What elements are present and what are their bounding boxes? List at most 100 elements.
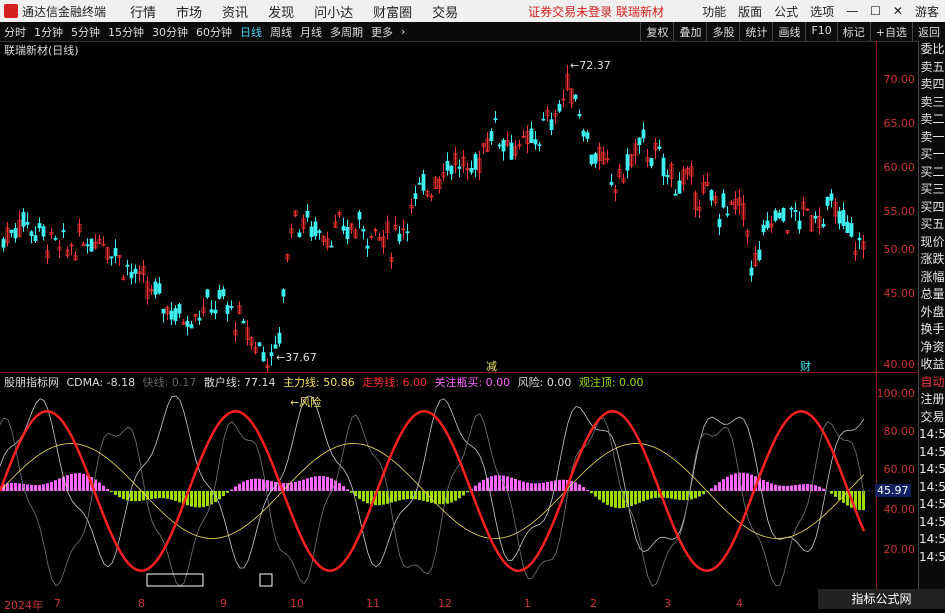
- histogram-bar: [510, 478, 513, 491]
- sidebar-item[interactable]: 14:56: [919, 479, 945, 497]
- menu-xuanxiang[interactable]: 选项: [810, 3, 834, 20]
- sidebar-item[interactable]: 卖一: [919, 129, 945, 147]
- period-monthly[interactable]: 月线: [300, 24, 322, 40]
- date-tick: 8: [138, 597, 145, 610]
- histogram-bar: [402, 491, 405, 500]
- sidebar-item[interactable]: 外盘: [919, 304, 945, 322]
- tool-zixuan[interactable]: +自选: [870, 22, 912, 41]
- period-weekly[interactable]: 周线: [270, 24, 292, 40]
- sidebar-item[interactable]: 卖二: [919, 111, 945, 129]
- candle-body: [450, 166, 453, 174]
- candlestick-chart[interactable]: ←72.37←37.67减财: [0, 41, 876, 372]
- sidebar-item[interactable]: 14:55: [919, 444, 945, 462]
- sidebar-item[interactable]: 自动: [919, 374, 945, 392]
- sidebar-item[interactable]: 14:56: [919, 531, 945, 549]
- sidebar-item[interactable]: 卖五: [919, 59, 945, 77]
- price-tick: 55.00: [884, 205, 916, 218]
- tool-diejia[interactable]: 叠加: [673, 22, 706, 41]
- period-more[interactable]: 更多: [371, 24, 393, 40]
- sidebar-item[interactable]: 买三: [919, 181, 945, 199]
- period-5min[interactable]: 5分钟: [71, 24, 100, 40]
- histogram-bar: [590, 491, 593, 493]
- sidebar-item[interactable]: 14:55: [919, 426, 945, 444]
- candle-body: [314, 222, 317, 236]
- histogram-bar: [318, 476, 321, 491]
- histogram-bar: [722, 479, 725, 491]
- sidebar-item[interactable]: 买五: [919, 216, 945, 234]
- sidebar-item[interactable]: 现价: [919, 234, 945, 252]
- sidebar-item[interactable]: 总量: [919, 286, 945, 304]
- candle-body: [822, 224, 825, 226]
- sidebar-item[interactable]: 涨跌: [919, 251, 945, 269]
- histogram-bar: [690, 491, 693, 499]
- sidebar-item[interactable]: 卖三: [919, 94, 945, 112]
- histogram-bar: [242, 482, 245, 491]
- menu-caifuquan[interactable]: 财富圈: [373, 2, 412, 21]
- sidebar-item[interactable]: 14:56: [919, 496, 945, 514]
- price-tick: 45.00: [884, 287, 916, 300]
- sidebar-item[interactable]: 换手: [919, 321, 945, 339]
- period-30min[interactable]: 30分钟: [152, 24, 188, 40]
- menu-hangqing[interactable]: 行情: [130, 2, 156, 21]
- tool-tongji[interactable]: 统计: [739, 22, 772, 41]
- menu-gongshi[interactable]: 公式: [774, 3, 798, 20]
- maximize-icon[interactable]: ☐: [870, 4, 881, 18]
- histogram-bar: [226, 491, 229, 493]
- chevron-right-icon[interactable]: ›: [401, 25, 405, 38]
- candle-body: [270, 353, 273, 356]
- candle-body: [458, 167, 461, 169]
- sidebar-item[interactable]: 买一: [919, 146, 945, 164]
- period-1min[interactable]: 1分钟: [34, 24, 63, 40]
- histogram-bar: [194, 491, 197, 507]
- period-daily[interactable]: 日线: [240, 24, 262, 40]
- menu-wenxiaoda[interactable]: 问小达: [314, 2, 353, 21]
- candle-body: [210, 310, 213, 312]
- period-60min[interactable]: 60分钟: [196, 24, 232, 40]
- menu-shichang[interactable]: 市场: [176, 2, 202, 21]
- histogram-bar: [562, 480, 565, 491]
- close-icon[interactable]: ✕: [893, 4, 903, 18]
- date-tick: 1: [524, 597, 531, 610]
- sidebar-item[interactable]: 委比: [919, 41, 945, 59]
- period-15min[interactable]: 15分钟: [108, 24, 144, 40]
- tool-fuquan[interactable]: 复权: [640, 22, 673, 41]
- candle-body: [174, 309, 177, 321]
- minimize-icon[interactable]: —: [846, 4, 858, 18]
- sidebar-item[interactable]: 卖四: [919, 76, 945, 94]
- sidebar-item[interactable]: 注册: [919, 391, 945, 409]
- sidebar-item[interactable]: 收益: [919, 356, 945, 374]
- tool-biaoji[interactable]: 标记: [837, 22, 870, 41]
- user-guest[interactable]: 游客: [915, 3, 939, 20]
- candle-body: [30, 232, 33, 236]
- menu-banmian[interactable]: 版面: [738, 3, 762, 20]
- sidebar-item[interactable]: 涨幅: [919, 269, 945, 287]
- histogram-bar: [230, 490, 233, 491]
- histogram-bar: [538, 483, 541, 491]
- candle-body: [190, 325, 193, 328]
- sidebar-item[interactable]: 买二: [919, 164, 945, 182]
- candle-body: [610, 182, 613, 184]
- menu-faxian[interactable]: 发现: [268, 2, 294, 21]
- period-fenshi[interactable]: 分时: [4, 24, 26, 40]
- histogram-bar: [358, 491, 361, 499]
- tool-fanhui[interactable]: 返回: [912, 22, 945, 41]
- sidebar-item[interactable]: 净资: [919, 339, 945, 357]
- menu-zixun[interactable]: 资讯: [222, 2, 248, 21]
- sidebar-item[interactable]: 14:56: [919, 514, 945, 532]
- menu-jiaoyi[interactable]: 交易: [432, 2, 458, 21]
- tool-huaxian[interactable]: 画线: [772, 22, 805, 41]
- candle-body: [310, 227, 313, 237]
- sidebar-item[interactable]: 买四: [919, 199, 945, 217]
- date-tick: 2024年: [4, 597, 43, 613]
- sidebar-item[interactable]: 交易: [919, 409, 945, 427]
- menu-gongneng[interactable]: 功能: [702, 3, 726, 20]
- sidebar-item[interactable]: 14:56: [919, 549, 945, 567]
- panel-separator: [0, 372, 918, 373]
- histogram-bar: [462, 491, 465, 495]
- tool-f10[interactable]: F10: [805, 22, 836, 41]
- sidebar-item[interactable]: 14:55: [919, 461, 945, 479]
- tool-duogu[interactable]: 多股: [706, 22, 739, 41]
- period-multi[interactable]: 多周期: [330, 24, 363, 40]
- ind-tick: 20.00: [884, 543, 916, 556]
- indicator-chart[interactable]: ←风险: [0, 386, 876, 598]
